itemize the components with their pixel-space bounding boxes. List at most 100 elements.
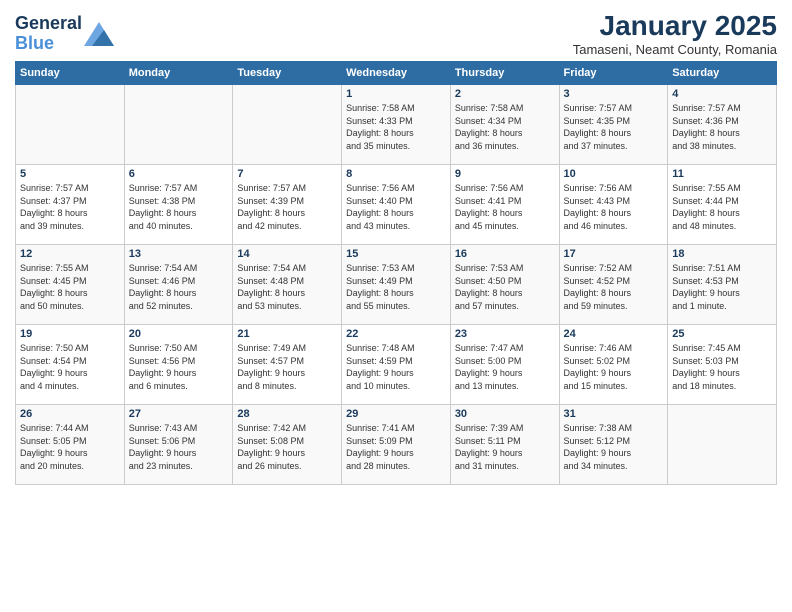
page-container: GeneralBlue January 2025 Tamaseni, Neamt… [0, 0, 792, 495]
day-info: Sunrise: 7:50 AM Sunset: 4:54 PM Dayligh… [20, 342, 120, 392]
weekday-header: Thursday [450, 62, 559, 85]
calendar-cell [124, 85, 233, 165]
day-number: 19 [20, 328, 120, 340]
calendar-cell: 11 Sunrise: 7:55 AM Sunset: 4:44 PM Dayli… [668, 165, 777, 245]
day-info: Sunrise: 7:54 AM Sunset: 4:46 PM Dayligh… [129, 262, 229, 312]
calendar-table: SundayMondayTuesdayWednesdayThursdayFrid… [15, 61, 777, 485]
day-info: Sunrise: 7:53 AM Sunset: 4:50 PM Dayligh… [455, 262, 555, 312]
calendar-cell [16, 85, 125, 165]
day-info: Sunrise: 7:57 AM Sunset: 4:38 PM Dayligh… [129, 182, 229, 232]
calendar-cell: 27 Sunrise: 7:43 AM Sunset: 5:06 PM Dayli… [124, 405, 233, 485]
day-info: Sunrise: 7:54 AM Sunset: 4:48 PM Dayligh… [237, 262, 337, 312]
day-info: Sunrise: 7:55 AM Sunset: 4:44 PM Dayligh… [672, 182, 772, 232]
weekday-header: Wednesday [342, 62, 451, 85]
weekday-header: Saturday [668, 62, 777, 85]
calendar-cell: 26Sunrise: 7:44 AM Sunset: 5:05 PM Dayli… [16, 405, 125, 485]
day-number: 4 [672, 88, 772, 100]
calendar-cell: 5 Sunrise: 7:57 AM Sunset: 4:37 PM Daylig… [16, 165, 125, 245]
calendar-cell: 12 Sunrise: 7:55 AM Sunset: 4:45 PM Dayli… [16, 245, 125, 325]
weekday-header: Tuesday [233, 62, 342, 85]
weekday-row: SundayMondayTuesdayWednesdayThursdayFrid… [16, 62, 777, 85]
calendar-cell: 24 Sunrise: 7:46 AM Sunset: 5:02 PM Dayli… [559, 325, 668, 405]
calendar-cell: 13 Sunrise: 7:54 AM Sunset: 4:46 PM Dayli… [124, 245, 233, 325]
logo: GeneralBlue [15, 14, 114, 54]
day-number: 1 [346, 88, 446, 100]
calendar-week-row: 19 Sunrise: 7:50 AM Sunset: 4:54 PM Dayli… [16, 325, 777, 405]
day-number: 18 [672, 248, 772, 260]
day-info: Sunrise: 7:51 AM Sunset: 4:53 PM Dayligh… [672, 262, 772, 312]
calendar-week-row: 5 Sunrise: 7:57 AM Sunset: 4:37 PM Daylig… [16, 165, 777, 245]
calendar-cell: 28Sunrise: 7:42 AM Sunset: 5:08 PM Dayli… [233, 405, 342, 485]
day-info: Sunrise: 7:41 AM Sunset: 5:09 PM Dayligh… [346, 422, 446, 472]
calendar-cell: 29 Sunrise: 7:41 AM Sunset: 5:09 PM Dayli… [342, 405, 451, 485]
day-number: 11 [672, 168, 772, 180]
day-number: 10 [564, 168, 664, 180]
day-number: 30 [455, 408, 555, 420]
day-info: Sunrise: 7:57 AM Sunset: 4:35 PM Dayligh… [564, 102, 664, 152]
calendar-cell: 21Sunrise: 7:49 AM Sunset: 4:57 PM Dayli… [233, 325, 342, 405]
logo-text: GeneralBlue [15, 14, 82, 54]
day-info: Sunrise: 7:46 AM Sunset: 5:02 PM Dayligh… [564, 342, 664, 392]
calendar-cell: 25 Sunrise: 7:45 AM Sunset: 5:03 PM Dayli… [668, 325, 777, 405]
calendar-cell: 17 Sunrise: 7:52 AM Sunset: 4:52 PM Dayli… [559, 245, 668, 325]
day-number: 25 [672, 328, 772, 340]
day-number: 13 [129, 248, 229, 260]
day-number: 8 [346, 168, 446, 180]
calendar-week-row: 26Sunrise: 7:44 AM Sunset: 5:05 PM Dayli… [16, 405, 777, 485]
day-number: 26 [20, 408, 120, 420]
day-info: Sunrise: 7:58 AM Sunset: 4:33 PM Dayligh… [346, 102, 446, 152]
calendar-cell: 23 Sunrise: 7:47 AM Sunset: 5:00 PM Dayli… [450, 325, 559, 405]
day-number: 24 [564, 328, 664, 340]
day-info: Sunrise: 7:57 AM Sunset: 4:36 PM Dayligh… [672, 102, 772, 152]
weekday-header: Monday [124, 62, 233, 85]
day-info: Sunrise: 7:50 AM Sunset: 4:56 PM Dayligh… [129, 342, 229, 392]
calendar-week-row: 1 Sunrise: 7:58 AM Sunset: 4:33 PM Daylig… [16, 85, 777, 165]
day-number: 15 [346, 248, 446, 260]
day-info: Sunrise: 7:57 AM Sunset: 4:39 PM Dayligh… [237, 182, 337, 232]
calendar-cell: 8Sunrise: 7:56 AM Sunset: 4:40 PM Daylig… [342, 165, 451, 245]
day-number: 23 [455, 328, 555, 340]
day-info: Sunrise: 7:38 AM Sunset: 5:12 PM Dayligh… [564, 422, 664, 472]
calendar-cell: 18 Sunrise: 7:51 AM Sunset: 4:53 PM Dayli… [668, 245, 777, 325]
day-number: 7 [237, 168, 337, 180]
calendar-cell: 2 Sunrise: 7:58 AM Sunset: 4:34 PM Daylig… [450, 85, 559, 165]
day-info: Sunrise: 7:42 AM Sunset: 5:08 PM Dayligh… [237, 422, 337, 472]
calendar-cell: 7 Sunrise: 7:57 AM Sunset: 4:39 PM Daylig… [233, 165, 342, 245]
day-info: Sunrise: 7:52 AM Sunset: 4:52 PM Dayligh… [564, 262, 664, 312]
day-info: Sunrise: 7:45 AM Sunset: 5:03 PM Dayligh… [672, 342, 772, 392]
day-number: 12 [20, 248, 120, 260]
day-number: 27 [129, 408, 229, 420]
day-number: 5 [20, 168, 120, 180]
title-area: January 2025 Tamaseni, Neamt County, Rom… [573, 10, 777, 57]
month-title: January 2025 [573, 10, 777, 42]
day-info: Sunrise: 7:39 AM Sunset: 5:11 PM Dayligh… [455, 422, 555, 472]
day-info: Sunrise: 7:48 AM Sunset: 4:59 PM Dayligh… [346, 342, 446, 392]
day-number: 21 [237, 328, 337, 340]
day-number: 2 [455, 88, 555, 100]
calendar-week-row: 12 Sunrise: 7:55 AM Sunset: 4:45 PM Dayli… [16, 245, 777, 325]
calendar-cell: 30 Sunrise: 7:39 AM Sunset: 5:11 PM Dayli… [450, 405, 559, 485]
calendar-cell: 16Sunrise: 7:53 AM Sunset: 4:50 PM Dayli… [450, 245, 559, 325]
day-info: Sunrise: 7:47 AM Sunset: 5:00 PM Dayligh… [455, 342, 555, 392]
day-number: 20 [129, 328, 229, 340]
day-info: Sunrise: 7:57 AM Sunset: 4:37 PM Dayligh… [20, 182, 120, 232]
day-info: Sunrise: 7:55 AM Sunset: 4:45 PM Dayligh… [20, 262, 120, 312]
logo-icon [84, 22, 114, 46]
header: GeneralBlue January 2025 Tamaseni, Neamt… [15, 10, 777, 57]
calendar-cell: 31 Sunrise: 7:38 AM Sunset: 5:12 PM Dayli… [559, 405, 668, 485]
calendar-cell [233, 85, 342, 165]
day-info: Sunrise: 7:43 AM Sunset: 5:06 PM Dayligh… [129, 422, 229, 472]
calendar-cell: 4 Sunrise: 7:57 AM Sunset: 4:36 PM Daylig… [668, 85, 777, 165]
calendar-cell: 6Sunrise: 7:57 AM Sunset: 4:38 PM Daylig… [124, 165, 233, 245]
day-number: 9 [455, 168, 555, 180]
day-number: 31 [564, 408, 664, 420]
calendar-body: 1 Sunrise: 7:58 AM Sunset: 4:33 PM Daylig… [16, 85, 777, 485]
weekday-header: Sunday [16, 62, 125, 85]
day-number: 29 [346, 408, 446, 420]
day-info: Sunrise: 7:56 AM Sunset: 4:43 PM Dayligh… [564, 182, 664, 232]
calendar-header: SundayMondayTuesdayWednesdayThursdayFrid… [16, 62, 777, 85]
calendar-cell: 20 Sunrise: 7:50 AM Sunset: 4:56 PM Dayli… [124, 325, 233, 405]
calendar-cell: 14Sunrise: 7:54 AM Sunset: 4:48 PM Dayli… [233, 245, 342, 325]
day-number: 17 [564, 248, 664, 260]
day-info: Sunrise: 7:58 AM Sunset: 4:34 PM Dayligh… [455, 102, 555, 152]
